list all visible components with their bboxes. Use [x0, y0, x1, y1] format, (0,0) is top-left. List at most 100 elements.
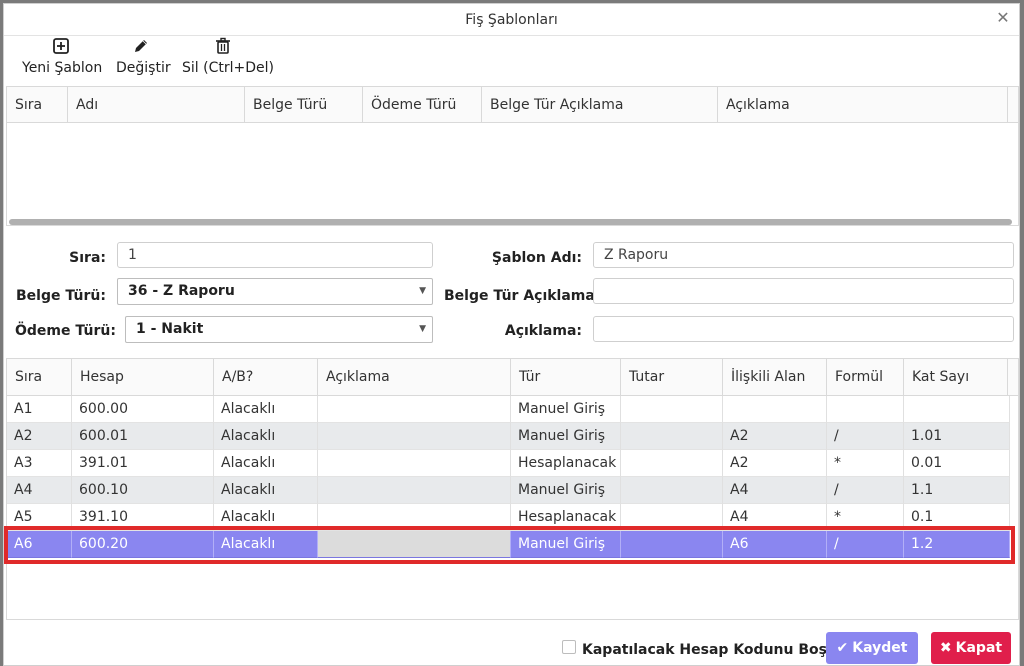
cell-hesap[interactable]: 391.01	[72, 450, 214, 477]
cell-aciklama[interactable]	[318, 450, 511, 477]
new-template-button[interactable]: Yeni Şablon	[22, 36, 102, 76]
clear-account-code-checkbox[interactable]	[562, 640, 576, 654]
cell-sira[interactable]: A4	[7, 477, 72, 504]
cell-ab[interactable]: Alacaklı	[214, 477, 318, 504]
close-icon[interactable]: ✕	[995, 10, 1011, 26]
cell-aciklama[interactable]	[318, 477, 511, 504]
col-tur[interactable]: Tür	[511, 359, 621, 396]
cell-hesap[interactable]: 600.01	[72, 423, 214, 450]
cell-hesap[interactable]: 600.00	[72, 396, 214, 423]
save-button[interactable]: ✔ Kaydet	[826, 632, 918, 664]
cell-iliskili[interactable]: A6	[723, 531, 827, 558]
cell-tutar[interactable]	[621, 450, 723, 477]
cell-iliskili[interactable]: A4	[723, 477, 827, 504]
cell-tur[interactable]: Manuel Giriş	[511, 477, 621, 504]
col-belge-tur-aciklama[interactable]: Belge Tür Açıklama	[482, 87, 718, 123]
cell-tutar[interactable]	[621, 477, 723, 504]
col-adi[interactable]: Adı	[68, 87, 245, 123]
trash-icon	[216, 37, 230, 54]
cell-formul[interactable]: /	[827, 423, 904, 450]
col-aciklama[interactable]: Açıklama	[318, 359, 511, 396]
edit-button[interactable]: Değiştir	[116, 36, 171, 76]
cell-aciklama[interactable]	[318, 396, 511, 423]
cell-tutar[interactable]	[621, 531, 723, 558]
cell-formul[interactable]: *	[827, 504, 904, 531]
cell-iliskili[interactable]: A4	[723, 504, 827, 531]
cell-formul[interactable]: *	[827, 450, 904, 477]
table-row[interactable]: A2 600.01 Alacaklı Manuel Giriş A2/1.01	[7, 423, 1010, 450]
cell-kat[interactable]: 0.1	[904, 504, 1010, 531]
sablon-adi-input[interactable]: Z Raporu	[593, 242, 1014, 268]
cell-aciklama[interactable]	[318, 423, 511, 450]
col-aciklama[interactable]: Açıklama	[718, 87, 1008, 123]
plus-square-icon	[53, 38, 69, 54]
cell-tur[interactable]: Manuel Giriş	[511, 396, 621, 423]
cell-sira[interactable]: A1	[7, 396, 72, 423]
cell-formul[interactable]	[827, 396, 904, 423]
cell-ab[interactable]: Alacaklı	[214, 531, 318, 558]
cell-hesap[interactable]: 600.10	[72, 477, 214, 504]
aciklama-label: Açıklama:	[504, 323, 582, 339]
cell-sira[interactable]: A3	[7, 450, 72, 477]
cell-sira[interactable]: A2	[7, 423, 72, 450]
table-row[interactable]: A3 391.01 Alacaklı Hesaplanacak A2 * 0.01	[7, 450, 1010, 477]
cell-iliskili[interactable]	[723, 396, 827, 423]
aciklama-input[interactable]	[593, 316, 1014, 342]
belge-tur-aciklama-input[interactable]	[593, 278, 1014, 304]
delete-button[interactable]: Sil (Ctrl+Del)	[182, 36, 274, 76]
belge-turu-select[interactable]: 36 - Z Raporu ▼	[117, 278, 433, 305]
col-sira[interactable]: Sıra	[7, 87, 68, 123]
close-icon: ✖	[939, 640, 952, 656]
odeme-turu-select[interactable]: 1 - Nakit ▼	[125, 316, 433, 343]
cell-kat[interactable]: 1.01	[904, 423, 1010, 450]
edit-label: Değiştir	[116, 60, 171, 76]
cell-kat[interactable]	[904, 396, 1010, 423]
col-sira[interactable]: Sıra	[7, 359, 72, 396]
cell-iliskili[interactable]: A2	[723, 423, 827, 450]
table-row[interactable]: A4 600.10 Alacaklı Manuel Giriş A4/1.1	[7, 477, 1010, 504]
cell-iliskili[interactable]: A2	[723, 450, 827, 477]
cell-hesap[interactable]: 600.20	[72, 531, 214, 558]
cell-aciklama[interactable]	[318, 531, 511, 558]
horizontal-scrollbar[interactable]	[9, 219, 1012, 225]
toolbar: Yeni Şablon Değiştir Sil (Ctrl+Del)	[4, 36, 1019, 86]
cell-tur[interactable]: Hesaplanacak	[511, 450, 621, 477]
cell-ab[interactable]: Alacaklı	[214, 396, 318, 423]
cell-aciklama[interactable]	[318, 504, 511, 531]
col-belge-turu[interactable]: Belge Türü	[245, 87, 363, 123]
col-odeme-turu[interactable]: Ödeme Türü	[363, 87, 482, 123]
cell-kat[interactable]: 0.01	[904, 450, 1010, 477]
col-kat-sayi[interactable]: Kat Sayı	[904, 359, 1008, 396]
cell-hesap[interactable]: 391.10	[72, 504, 214, 531]
cancel-button[interactable]: ✖ Kapat	[931, 632, 1011, 664]
cell-formul[interactable]: /	[827, 531, 904, 558]
sira-input[interactable]: 1	[117, 242, 433, 268]
table-row[interactable]: A1 600.00 Alacaklı Manuel Giriş	[7, 396, 1010, 423]
cell-tur[interactable]: Manuel Giriş	[511, 423, 621, 450]
cell-ab[interactable]: Alacaklı	[214, 450, 318, 477]
cell-tutar[interactable]	[621, 423, 723, 450]
cell-kat[interactable]: 1.2	[904, 531, 1010, 558]
close-label: Kapat	[955, 640, 1003, 656]
dialog-title: Fiş Şablonları	[465, 12, 558, 28]
col-hesap[interactable]: Hesap	[72, 359, 214, 396]
cell-tur[interactable]: Manuel Giriş	[511, 531, 621, 558]
cell-tutar[interactable]	[621, 396, 723, 423]
cell-ab[interactable]: Alacaklı	[214, 504, 318, 531]
col-ab[interactable]: A/B?	[214, 359, 318, 396]
table-row[interactable]: A6 600.20 Alacaklı Manuel Giriş A6/1.2	[7, 531, 1010, 558]
sira-label: Sıra:	[69, 250, 106, 266]
table-row[interactable]: A5 391.10 Alacaklı Hesaplanacak A4 * 0.1	[7, 504, 1010, 531]
cell-kat[interactable]: 1.1	[904, 477, 1010, 504]
cell-tur[interactable]: Hesaplanacak	[511, 504, 621, 531]
cell-sira[interactable]: A6	[7, 531, 72, 558]
cell-sira[interactable]: A5	[7, 504, 72, 531]
col-iliskili-alan[interactable]: İlişkili Alan	[723, 359, 827, 396]
col-tutar[interactable]: Tutar	[621, 359, 723, 396]
clear-account-code-label[interactable]: Kapatılacak Hesap Kodunu Boşalt	[582, 642, 848, 658]
belge-turu-label: Belge Türü:	[15, 288, 106, 304]
cell-ab[interactable]: Alacaklı	[214, 423, 318, 450]
cell-tutar[interactable]	[621, 504, 723, 531]
col-formul[interactable]: Formül	[827, 359, 904, 396]
cell-formul[interactable]: /	[827, 477, 904, 504]
